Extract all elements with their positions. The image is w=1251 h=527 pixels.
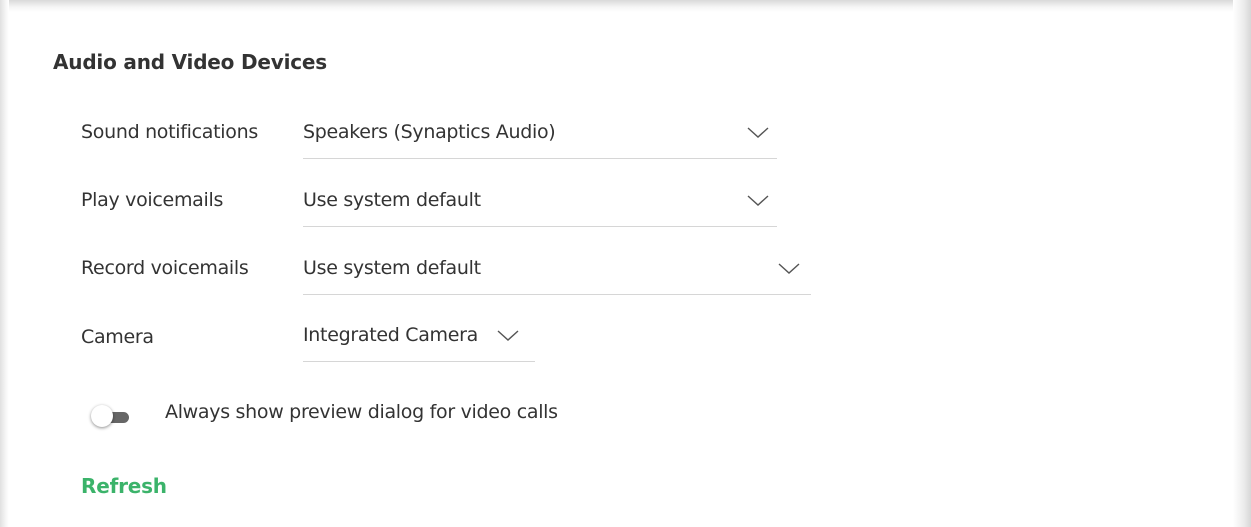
- settings-panel: Audio and Video Devices Sound notificati…: [0, 0, 1251, 527]
- record-voicemails-select[interactable]: Use system default: [303, 257, 811, 295]
- play-voicemails-label: Play voicemails: [81, 189, 224, 211]
- refresh-link[interactable]: Refresh: [81, 474, 167, 498]
- preview-dialog-toggle[interactable]: [91, 404, 139, 430]
- chevron-down-icon: [747, 127, 769, 139]
- toggle-knob: [91, 405, 113, 427]
- preview-dialog-toggle-label: Always show preview dialog for video cal…: [165, 401, 558, 423]
- sound-notifications-select[interactable]: Speakers (Synaptics Audio): [303, 121, 777, 159]
- sound-notifications-label: Sound notifications: [81, 121, 258, 143]
- chevron-down-icon: [778, 263, 800, 275]
- record-voicemails-value: Use system default: [303, 257, 481, 279]
- section-title: Audio and Video Devices: [53, 50, 327, 74]
- record-voicemails-label: Record voicemails: [81, 257, 249, 279]
- camera-select[interactable]: Integrated Camera: [303, 324, 535, 362]
- chevron-down-icon: [497, 330, 519, 342]
- sound-notifications-value: Speakers (Synaptics Audio): [303, 121, 556, 143]
- camera-label: Camera: [81, 326, 154, 348]
- play-voicemails-select[interactable]: Use system default: [303, 189, 777, 227]
- chevron-down-icon: [747, 195, 769, 207]
- panel-left-shadow: [0, 0, 9, 527]
- panel-top-shadow: [0, 0, 1251, 12]
- panel-right-shadow: [1233, 0, 1251, 527]
- play-voicemails-value: Use system default: [303, 189, 481, 211]
- camera-value: Integrated Camera: [303, 324, 479, 346]
